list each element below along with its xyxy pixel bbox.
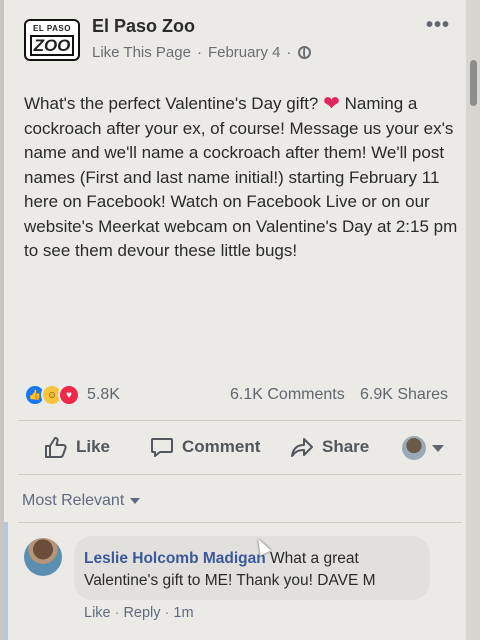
commenter-avatar[interactable] bbox=[24, 538, 62, 576]
chevron-down-icon bbox=[432, 444, 444, 452]
post-date[interactable]: February 4 bbox=[208, 44, 281, 61]
logo-text-top: EL PASO bbox=[33, 23, 71, 33]
like-button[interactable]: Like bbox=[44, 436, 110, 458]
meta-separator: · bbox=[286, 44, 292, 61]
divider bbox=[18, 420, 462, 421]
user-avatar bbox=[402, 436, 426, 460]
shares-count-link[interactable]: 6.9K Shares bbox=[360, 386, 448, 404]
more-options-icon[interactable]: ••• bbox=[426, 14, 450, 37]
comment-sort-dropdown[interactable]: Most Relevant bbox=[22, 492, 141, 510]
comment-bubble-icon bbox=[151, 438, 173, 457]
comment-actions: Like · Reply · 1m bbox=[84, 605, 194, 621]
scrollbar-thumb[interactable] bbox=[470, 60, 477, 106]
post-meta: Like This Page · February 4 · bbox=[92, 44, 311, 61]
like-button-label: Like bbox=[76, 437, 111, 456]
globe-icon bbox=[297, 46, 311, 59]
share-button[interactable]: Share bbox=[290, 436, 369, 458]
thumbs-up-icon bbox=[45, 437, 67, 458]
action-separator: · bbox=[164, 605, 170, 621]
comment-bubble: Leslie Holcomb Madigan What a great Vale… bbox=[74, 536, 430, 600]
red-heart-icon: ❤ bbox=[323, 93, 340, 115]
like-this-page-link[interactable]: Like This Page bbox=[92, 44, 191, 61]
comment-reply-link[interactable]: Reply bbox=[123, 605, 160, 621]
comment-time[interactable]: 1m bbox=[173, 605, 193, 621]
action-separator: · bbox=[114, 605, 120, 621]
post-text-part2: Naming a cockroach after your ex, of cou… bbox=[24, 94, 458, 260]
comment-button-label: Comment bbox=[182, 437, 261, 456]
comment-like-link[interactable]: Like bbox=[84, 605, 111, 621]
comment-highlight-edge bbox=[4, 522, 8, 640]
meta-separator: · bbox=[196, 44, 202, 61]
divider bbox=[18, 522, 462, 523]
el-paso-zoo-logo[interactable]: EL PASO ZOO bbox=[24, 19, 80, 61]
divider bbox=[18, 474, 462, 475]
post-as-selector[interactable] bbox=[402, 436, 444, 460]
comments-count-link[interactable]: 6.1K Comments bbox=[230, 386, 345, 404]
chevron-down-icon bbox=[130, 498, 141, 504]
page-name-link[interactable]: El Paso Zoo bbox=[92, 16, 195, 37]
share-button-label: Share bbox=[322, 437, 370, 456]
reaction-summary[interactable]: 👍 ☺ ♥ 5.8K bbox=[24, 384, 120, 406]
comment-sort-label: Most Relevant bbox=[22, 492, 125, 509]
facebook-post-screen: EL PASO ZOO El Paso Zoo Like This Page ·… bbox=[4, 0, 474, 640]
comment-author-link[interactable]: Leslie Holcomb Madigan bbox=[84, 550, 266, 567]
scrollbar[interactable] bbox=[466, 0, 480, 640]
post-text: What's the perfect Valentine's Day gift?… bbox=[24, 92, 464, 264]
comment-button[interactable]: Comment bbox=[150, 436, 260, 458]
love-reaction-icon: ♥ bbox=[58, 384, 80, 406]
reaction-count: 5.8K bbox=[87, 386, 120, 403]
share-arrow-icon bbox=[291, 438, 313, 457]
logo-text-main: ZOO bbox=[29, 34, 75, 56]
post-text-part1: What's the perfect Valentine's Day gift? bbox=[24, 94, 319, 113]
